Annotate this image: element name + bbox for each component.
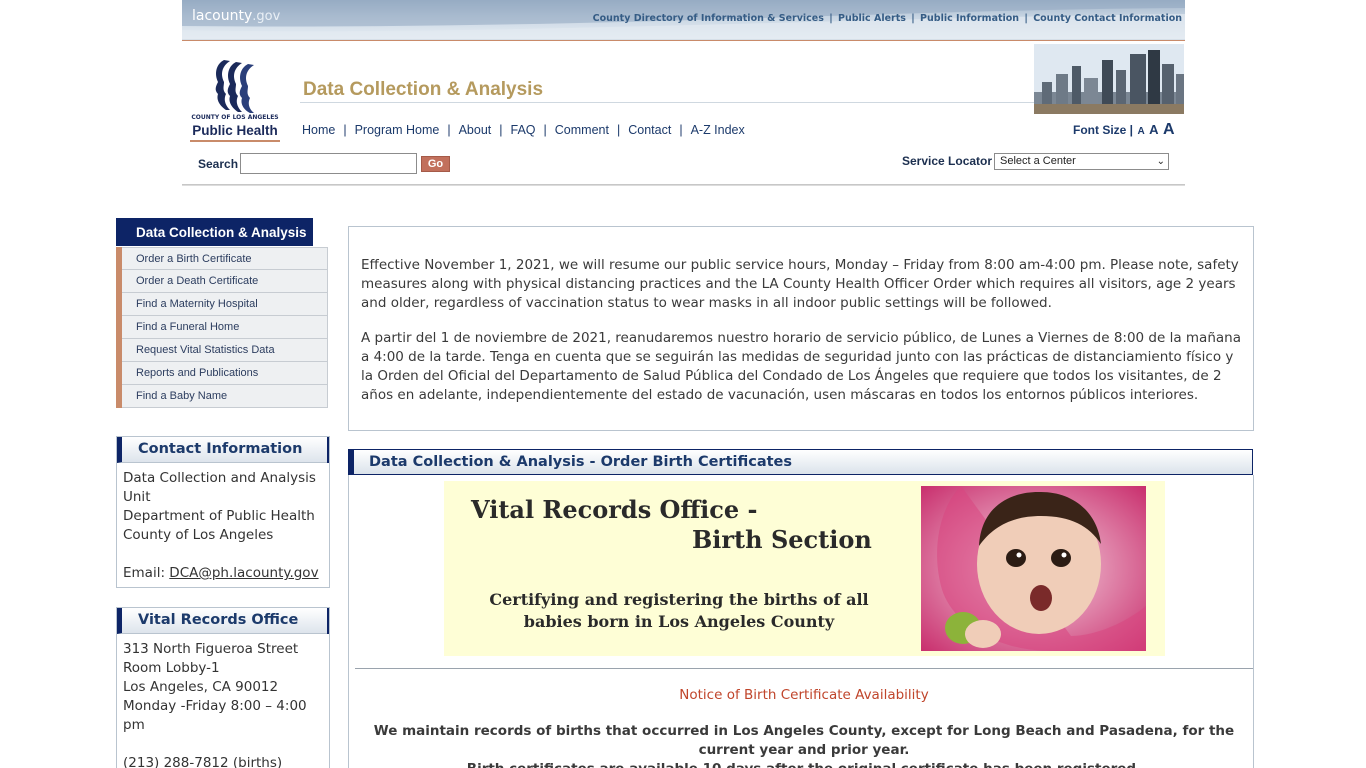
chevron-down-icon: ⌄ <box>1156 156 1165 167</box>
public-health-logo[interactable]: COUNTY OF LOS ANGELES Public Health <box>186 56 284 144</box>
font-size-medium-button[interactable]: A <box>1149 122 1158 137</box>
search-go-button[interactable]: Go <box>421 156 450 172</box>
county-top-links: County Directory of Information & Servic… <box>593 13 1182 24</box>
logo-county-text: COUNTY OF LOS ANGELES <box>191 114 279 121</box>
address-line: 313 North Figueroa Street <box>123 641 299 657</box>
leftnav-item-reports[interactable]: Reports and Publications <box>122 362 328 385</box>
phone-line: (213) 288-7812 (births) <box>123 755 283 768</box>
banner-title-line1: Vital Records Office - <box>471 495 758 524</box>
profile-faces-icon <box>215 60 254 113</box>
vital-records-box: Vital Records Office 313 North Figueroa … <box>116 607 330 768</box>
availability-notice-title: Notice of Birth Certificate Availability <box>679 687 929 703</box>
leftnav-item-death-certificate[interactable]: Order a Death Certificate <box>122 270 328 293</box>
hours-line: pm <box>123 717 145 733</box>
left-navigation: Order a Birth Certificate Order a Death … <box>116 247 328 408</box>
toplink-separator: | <box>829 13 833 24</box>
nav-separator: | <box>679 123 683 137</box>
service-locator-label: Service Locator <box>902 154 993 168</box>
address-line: Los Angeles, CA 90012 <box>123 679 279 695</box>
top-accent-line <box>182 40 1185 41</box>
email-link[interactable]: DCA@ph.lacounty.gov <box>169 565 318 581</box>
toplink-public-information[interactable]: Public Information <box>920 13 1019 24</box>
box-title-cap <box>327 437 329 463</box>
contact-box-title: Contact Information <box>117 437 329 463</box>
contact-line: Unit <box>123 489 151 505</box>
contact-line: Data Collection and Analysis <box>123 470 316 486</box>
baby-photo <box>921 486 1146 651</box>
contact-box-title-text: Contact Information <box>138 441 303 457</box>
nav-separator: | <box>343 123 347 137</box>
banner-title-line2: Birth Section <box>692 525 872 554</box>
nav-program-home[interactable]: Program Home <box>355 123 440 137</box>
leftnav-item-maternity-hospital[interactable]: Find a Maternity Hospital <box>122 293 328 316</box>
vital-box-title-text: Vital Records Office <box>138 612 299 628</box>
search-label: Search <box>198 157 239 171</box>
logo-public-health-text: Public Health <box>192 123 278 138</box>
vital-box-title: Vital Records Office <box>117 608 329 634</box>
section-title: Data Collection & Analysis - Order Birth… <box>348 449 1253 475</box>
logo-suffix-text: .gov <box>252 9 281 24</box>
toplink-county-contact[interactable]: County Contact Information <box>1033 13 1182 24</box>
service-hours-notice: Effective November 1, 2021, we will resu… <box>348 226 1254 431</box>
font-size-large-button[interactable]: A <box>1163 121 1175 138</box>
font-size-control: Font Size | A A A <box>1073 121 1175 139</box>
notice-english: Effective November 1, 2021, we will resu… <box>361 257 1239 311</box>
contact-line: County of Los Angeles <box>123 527 274 543</box>
toplink-separator: | <box>911 13 915 24</box>
toplink-separator: | <box>1024 13 1028 24</box>
search-input[interactable] <box>240 153 417 174</box>
service-locator-select[interactable]: Select a Center ⌄ <box>994 153 1169 170</box>
birth-section-banner: Vital Records Office - Birth Section Cer… <box>444 481 1165 656</box>
nav-faq[interactable]: FAQ <box>511 123 536 137</box>
nav-a-z-index[interactable]: A-Z Index <box>691 123 745 137</box>
nav-separator: | <box>616 123 621 137</box>
title-divider <box>300 102 1035 103</box>
leftnav-item-baby-name[interactable]: Find a Baby Name <box>122 385 328 408</box>
vital-box-body: 313 North Figueroa Street Room Lobby-1 L… <box>117 634 329 768</box>
nav-about[interactable]: About <box>459 123 492 137</box>
logo-main-text: lacounty <box>192 8 253 24</box>
vital-spacer <box>123 735 323 754</box>
toplink-county-directory[interactable]: County Directory of Information & Servic… <box>593 13 824 24</box>
banner-tagline: Certifying and registering the births of… <box>444 589 914 633</box>
top-banner: lacounty.gov County Directory of Informa… <box>182 0 1185 40</box>
contact-line: Department of Public Health <box>123 508 315 524</box>
contact-email-row: Email: DCA@ph.lacounty.gov <box>123 564 323 583</box>
contact-box-body: Data Collection and Analysis Unit Depart… <box>117 463 329 587</box>
header-divider <box>182 184 1185 186</box>
leftnav-item-birth-certificate[interactable]: Order a Birth Certificate <box>122 247 328 270</box>
email-label: Email: <box>123 565 170 581</box>
hours-line: Monday -Friday 8:00 – 4:00 <box>123 698 307 714</box>
box-title-cap <box>327 608 329 634</box>
content-divider <box>355 668 1253 669</box>
notice-spanish: A partir del 1 de noviembre de 2021, rea… <box>361 330 1241 403</box>
records-text-line: We maintain records of births that occur… <box>373 723 1235 758</box>
nav-home[interactable]: Home <box>302 123 335 137</box>
nav-separator: | <box>543 123 547 137</box>
nav-separator: | <box>447 123 451 137</box>
city-skyline-image <box>1034 44 1184 114</box>
font-size-label: Font Size | <box>1073 123 1134 137</box>
banner-tagline-line2: babies born in Los Angeles County <box>523 612 835 631</box>
records-text-line: Birth certificates are available 10 days… <box>355 760 1253 768</box>
lacounty-gov-logo[interactable]: lacounty.gov <box>192 8 280 24</box>
contact-spacer <box>123 545 323 564</box>
nav-separator: | <box>499 123 503 137</box>
main-navigation: Home | Program Home | About | FAQ | Comment | Cont… <box>302 123 745 137</box>
toplink-public-alerts[interactable]: Public Alerts <box>838 13 906 24</box>
nav-contact[interactable]: Contact <box>628 123 671 137</box>
records-description: We maintain records of births that occur… <box>355 722 1253 768</box>
leftnav-item-funeral-home[interactable]: Find a Funeral Home <box>122 316 328 339</box>
address-line: Room Lobby-1 <box>123 660 220 676</box>
banner-tagline-line1: Certifying and registering the births of… <box>489 590 869 609</box>
logo-underline <box>190 140 280 142</box>
leftnav-item-vital-statistics[interactable]: Request Vital Statistics Data <box>122 339 328 362</box>
contact-information-box: Contact Information Data Collection and … <box>116 436 330 588</box>
page-title: Data Collection & Analysis <box>303 79 544 100</box>
nav-comment[interactable]: Comment <box>555 123 609 137</box>
leftnav-title: Data Collection & Analysis <box>116 218 313 246</box>
service-locator-selected: Select a Center <box>1000 155 1076 167</box>
font-size-small-button[interactable]: A <box>1137 126 1144 137</box>
